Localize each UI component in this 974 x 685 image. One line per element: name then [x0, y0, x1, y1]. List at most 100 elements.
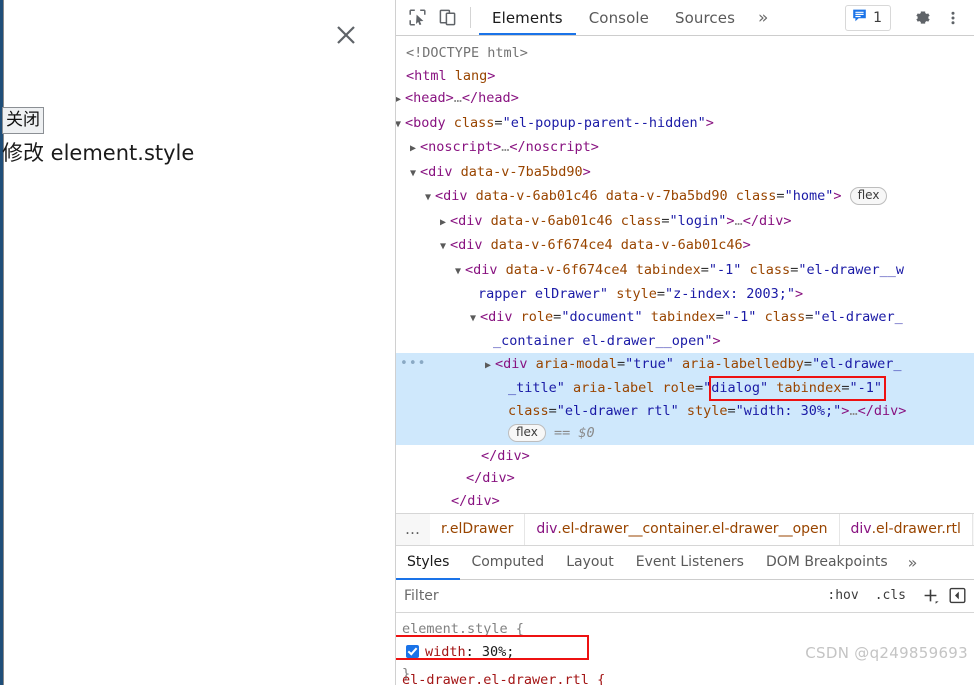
tab-dom-breakpoints-label: DOM Breakpoints	[765, 554, 888, 570]
close-icon[interactable]	[333, 22, 359, 48]
issues-count: 1	[873, 9, 882, 26]
breadcrumb-item-drawer-container[interactable]: div .el-drawer__container.el-drawer__open	[525, 513, 840, 545]
dom-tree-row-content: <head>…</head>	[405, 90, 519, 106]
dom-tree-row[interactable]: </div>	[396, 445, 974, 468]
dom-tree-row[interactable]: ▼ <div data-v-6ab01c46 data-v-7ba5bd90 cl…	[396, 185, 974, 210]
dom-tree-row[interactable]: ▼ <div data-v-6f674ce4 data-v-6ab01c46>	[396, 234, 974, 259]
toggle-sidebar-panel-button[interactable]	[943, 587, 974, 604]
disclosure-triangle-icon[interactable]: ▶	[485, 355, 495, 378]
declaration-enabled-checkbox[interactable]	[406, 645, 419, 658]
dom-tree-row[interactable]: ▼ <body class="el-popup-parent--hidden">	[396, 112, 974, 137]
dom-tree-row[interactable]: _container el-drawer__open">	[396, 330, 974, 353]
issues-button[interactable]: 1	[845, 4, 891, 31]
dom-tree-row[interactable]: <html lang>	[396, 65, 974, 88]
dom-tree-row[interactable]: ••• ▶ <div aria-modal="true" aria-labelled…	[396, 352, 974, 378]
breadcrumb-item-drawer-rtl[interactable]: div .el-drawer.rtl	[839, 513, 973, 545]
tab-layout-label: Layout	[566, 554, 614, 570]
toolbar-right-group: 1	[845, 0, 974, 35]
dom-tree-row[interactable]: _title" aria-label role="dialog" tabinde…	[396, 377, 974, 400]
styles-filter-bar: :hov .cls	[396, 578, 974, 613]
disclosure-triangle-icon[interactable]: ▼	[440, 236, 450, 259]
watermark: CSDN @q249859693	[805, 644, 968, 662]
dom-tree-row-content: flex == $0	[508, 424, 595, 442]
toolbar-divider	[470, 7, 471, 28]
dom-tree-row-content: <div data-v-6ab01c46 class="login">…</di…	[450, 212, 792, 229]
more-sidebar-tabs-icon[interactable]: »	[899, 546, 927, 579]
devtools-toolbar: Elements Console Sources » 1	[396, 0, 974, 36]
tab-computed-label: Computed	[471, 554, 545, 570]
dom-tree-row[interactable]: <!DOCTYPE html>	[396, 42, 974, 65]
declaration-value[interactable]: 30%;	[482, 641, 515, 663]
more-tabs-icon[interactable]: »	[748, 0, 778, 35]
drawer-title: 修改 element.style	[2, 141, 195, 165]
dom-tree-row[interactable]: class="el-drawer rtl" style="width: 30%;…	[396, 399, 974, 422]
dom-tree[interactable]: <!DOCTYPE html> <html lang> ▶ <head>…</head…	[396, 36, 974, 513]
web-page-pane: 关闭 修改 element.style	[0, 0, 396, 685]
gear-icon[interactable]	[908, 0, 938, 35]
dom-tree-row-content: <div data-v-7ba5bd90>	[420, 163, 591, 180]
dom-tree-row[interactable]: ▶ <div data-v-6ab01c46 class="login">…</d…	[396, 210, 974, 235]
dom-tree-row-content: class="el-drawer rtl" style="width: 30%;…	[508, 402, 907, 419]
page-left-border	[3, 0, 4, 685]
dom-tree-row[interactable]: ▼ <div data-v-7ba5bd90>	[396, 161, 974, 186]
disclosure-triangle-icon[interactable]: ▶	[440, 212, 450, 235]
next-rule-partial: el-drawer.el-drawer.rtl {	[402, 672, 606, 685]
tab-styles-label: Styles	[407, 554, 450, 570]
tab-console[interactable]: Console	[576, 0, 662, 35]
element-style-selector: element.style {	[402, 620, 524, 637]
cls-button[interactable]: .cls	[867, 588, 914, 603]
tab-elements-label: Elements	[492, 8, 563, 27]
tab-dom-breakpoints[interactable]: DOM Breakpoints	[755, 546, 899, 579]
disclosure-triangle-icon[interactable]: ▼	[470, 308, 480, 331]
inspect-element-icon[interactable]	[402, 0, 432, 35]
dom-tree-row[interactable]: </div>	[396, 467, 974, 490]
disclosure-triangle-icon[interactable]: ▼	[410, 163, 420, 186]
tab-event-listeners-label: Event Listeners	[635, 554, 744, 570]
new-style-rule-button[interactable]	[914, 587, 943, 604]
tab-event-listeners[interactable]: Event Listeners	[625, 546, 755, 579]
dom-tree-row[interactable]: ▼ <div data-v-6f674ce4 tabindex="-1" clas…	[396, 259, 974, 284]
dom-tree-row-content: rapper elDrawer" style="z-index: 2003;">	[478, 286, 804, 302]
disclosure-triangle-icon[interactable]: ▼	[425, 187, 435, 210]
breadcrumb: … r.elDrawer div .el-drawer__container.el…	[396, 512, 974, 545]
dom-tree-row[interactable]: ▶ <head>…</head>	[396, 87, 974, 112]
breadcrumb-item-eldrawer[interactable]: r.elDrawer	[430, 513, 526, 545]
close-tooltip-label: 关闭	[6, 110, 40, 130]
tab-sources[interactable]: Sources	[662, 0, 748, 35]
tab-styles[interactable]: Styles	[396, 546, 461, 580]
tab-elements[interactable]: Elements	[479, 0, 576, 35]
dom-tree-row-content: <div role="document" tabindex="-1" class…	[480, 308, 903, 325]
disclosure-triangle-icon[interactable]: ▼	[396, 114, 405, 137]
dom-tree-row-content: _title" aria-label role="dialog" tabinde…	[508, 380, 882, 396]
breadcrumb-item-drawer-rtl-tag: div	[850, 521, 872, 537]
dom-tree-row-content: <div aria-modal="true" aria-labelledby="…	[495, 355, 902, 372]
breadcrumb-item-drawer-rtl-class: .el-drawer.rtl	[871, 521, 961, 537]
tab-sources-label: Sources	[674, 8, 736, 27]
breadcrumb-item-drawer-container-class: .el-drawer__container.el-drawer__open	[557, 521, 828, 537]
dom-tree-row[interactable]: </div>	[396, 490, 974, 513]
dom-tree-row-content: </div>	[451, 492, 500, 509]
selected-node-ellipsis: •••	[400, 355, 427, 371]
issues-message-icon	[852, 8, 867, 27]
disclosure-triangle-icon[interactable]: ▼	[455, 261, 465, 284]
breadcrumb-overflow-icon[interactable]: …	[396, 514, 430, 545]
dom-tree-row[interactable]: ▼ <div role="document" tabindex="-1" clas…	[396, 306, 974, 331]
device-toolbar-icon[interactable]	[432, 0, 462, 35]
three-dots-vertical-icon[interactable]	[938, 0, 968, 35]
declaration-property[interactable]: width	[425, 641, 466, 663]
hov-button[interactable]: :hov	[819, 588, 866, 603]
dom-tree-row-content: </div>	[466, 470, 515, 486]
dom-tree-row-content: <div data-v-6f674ce4 data-v-6ab01c46>	[450, 237, 751, 253]
tab-computed[interactable]: Computed	[460, 546, 555, 579]
dom-tree-row[interactable]: ▶ <noscript>…</noscript>	[396, 136, 974, 161]
styles-filter-input[interactable]	[396, 578, 820, 613]
disclosure-triangle-icon[interactable]: ▶	[410, 138, 420, 161]
tab-layout[interactable]: Layout	[555, 546, 625, 579]
devtools-tabs: Elements Console Sources »	[479, 0, 778, 35]
dom-tree-row[interactable]: rapper elDrawer" style="z-index: 2003;">	[396, 283, 974, 306]
dom-tree-row-content: </div>	[481, 447, 530, 464]
disclosure-triangle-icon[interactable]: ▶	[396, 89, 405, 112]
styles-pane[interactable]: element.style { width: 30%; } CSDN @q249…	[396, 612, 974, 685]
dom-tree-row[interactable]: flex == $0	[396, 422, 974, 445]
dom-tree-row-content: <div data-v-6f674ce4 tabindex="-1" class…	[465, 261, 904, 278]
